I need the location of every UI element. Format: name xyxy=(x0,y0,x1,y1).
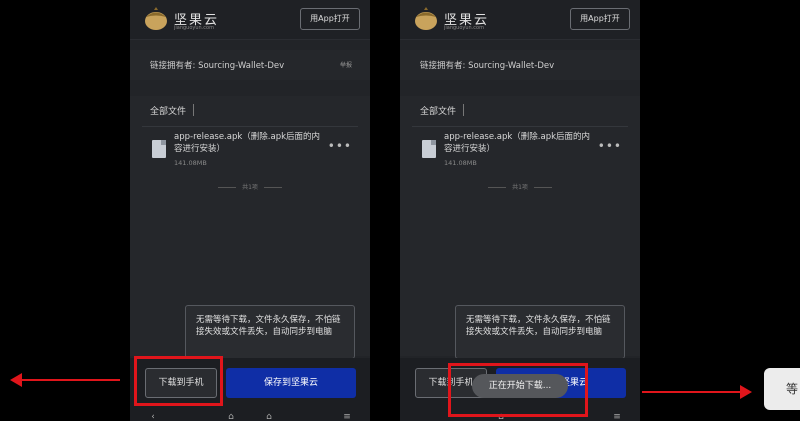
file-name[interactable]: app-release.apk（删除.apk后面的内容进行安装） xyxy=(444,131,594,155)
open-in-app-button[interactable]: 用App打开 xyxy=(300,8,360,30)
brand-domain: jianguoyun.com xyxy=(444,25,484,31)
file-size: 141.08MB xyxy=(174,159,207,167)
save-to-cloud-button[interactable]: 保存到坚果云 xyxy=(226,368,356,398)
save-tooltip: 无需等待下载，文件永久保存，不怕链接失效或文件丢失，自动同步到电脑 xyxy=(455,305,625,359)
more-icon[interactable]: ••• xyxy=(598,139,622,153)
arrow-left-line xyxy=(14,379,120,381)
save-tooltip: 无需等待下载，文件永久保存，不怕链接失效或文件丢失，自动同步到电脑 xyxy=(185,305,355,359)
report-link[interactable]: 举报 xyxy=(340,60,352,69)
link-owner-text: 链接拥有者: Sourcing-Wallet-Dev xyxy=(420,61,555,71)
highlight-download-toast xyxy=(448,363,588,417)
home-nav-icon-2[interactable]: ⌂ xyxy=(264,412,274,421)
brand-domain: jianguoyun.com xyxy=(174,25,214,31)
arrow-right-line xyxy=(642,391,742,393)
title-separator xyxy=(463,104,464,116)
file-count: 共1项 xyxy=(400,182,640,191)
menu-nav-icon[interactable]: ≡ xyxy=(612,412,622,421)
system-nav-bar: ‹ ⌂ ⌂ ≡ xyxy=(130,410,370,421)
file-size: 141.08MB xyxy=(444,159,477,167)
owner-row: 链接拥有者: Sourcing-Wallet-Dev 举报 xyxy=(130,50,370,80)
phone-screen-2: 坚果云 jianguoyun.com 用App打开 链接拥有者: Sourcin… xyxy=(400,0,640,421)
top-bar: 坚果云 jianguoyun.com 用App打开 xyxy=(400,0,640,40)
files-title: 全部文件 xyxy=(150,107,187,117)
file-icon xyxy=(422,140,436,158)
file-count: 共1项 xyxy=(130,182,370,191)
nut-logo-icon xyxy=(415,7,437,30)
more-icon[interactable]: ••• xyxy=(328,139,352,153)
home-nav-icon[interactable]: ⌂ xyxy=(226,412,236,421)
open-in-app-button[interactable]: 用App打开 xyxy=(570,8,630,30)
file-icon xyxy=(152,140,166,158)
next-step-card: 等 xyxy=(764,368,800,410)
top-bar: 坚果云 jianguoyun.com 用App打开 xyxy=(130,0,370,40)
owner-row: 链接拥有者: Sourcing-Wallet-Dev xyxy=(400,50,640,80)
arrow-right-head xyxy=(740,385,752,399)
back-nav-icon[interactable]: ‹ xyxy=(148,412,158,421)
nut-logo-icon xyxy=(145,7,167,30)
file-name[interactable]: app-release.apk（删除.apk后面的内容进行安装） xyxy=(174,131,324,155)
link-owner-text: 链接拥有者: Sourcing-Wallet-Dev xyxy=(150,61,285,71)
files-title: 全部文件 xyxy=(420,107,457,117)
highlight-download-button xyxy=(134,356,223,406)
menu-nav-icon[interactable]: ≡ xyxy=(342,412,352,421)
divider xyxy=(142,126,358,127)
divider xyxy=(412,126,628,127)
title-separator xyxy=(193,104,194,116)
